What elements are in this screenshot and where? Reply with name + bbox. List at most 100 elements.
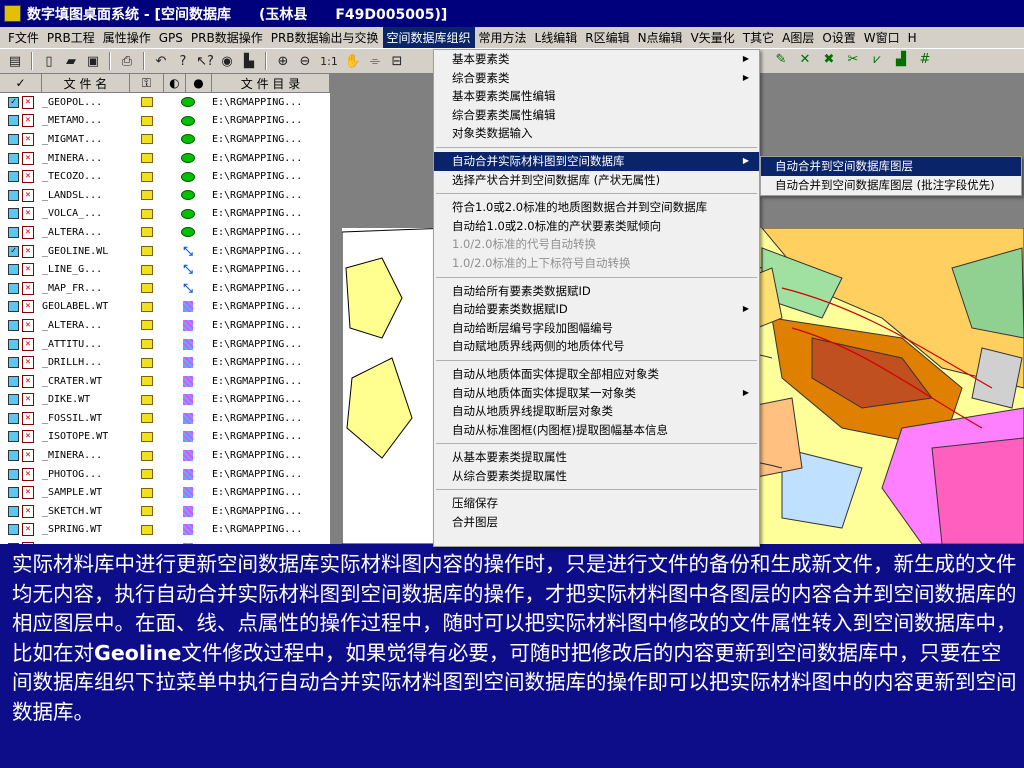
file-row[interactable]: ✕ _DIKE.WT E:\RGMAPPING... — [0, 391, 330, 410]
lock-column-header[interactable]: ⚿ — [130, 74, 164, 92]
menu-item[interactable]: 选择产状合并到空间数据库 (产状无属性) — [434, 171, 759, 190]
file-row[interactable]: ✕ _TECOZO... E:\RGMAPPING... — [0, 167, 330, 186]
layer-icon[interactable]: ▙ — [240, 52, 258, 70]
edit-column-header[interactable]: ● — [186, 74, 212, 92]
visibility-checkbox[interactable] — [8, 543, 19, 544]
file-row[interactable]: ✕ _LINE_G... ⤡ E:\RGMAPPING... — [0, 260, 330, 279]
row-lock[interactable] — [130, 450, 164, 461]
zoom-original-button[interactable]: 1:1 — [318, 52, 340, 70]
menu-15[interactable]: O设置 — [818, 27, 859, 48]
file-row[interactable]: ✕ _MINERA... E:\RGMAPPING... — [0, 446, 330, 465]
menu-item[interactable]: 自动从地质界线提取断层对象类 — [434, 402, 759, 421]
visibility-checkbox[interactable] — [8, 487, 19, 499]
menu-11[interactable]: N点编辑 — [634, 27, 687, 48]
fill-tool-icon[interactable]: ▟ — [892, 50, 910, 68]
visibility-checkbox[interactable]: ✓ — [8, 96, 19, 108]
visibility-checkbox[interactable] — [8, 319, 19, 331]
file-row[interactable]: ✓ ✕ _GEOPOL... E:\RGMAPPING... — [0, 93, 330, 112]
visibility-checkbox[interactable] — [8, 264, 19, 276]
pan-icon[interactable]: ✋ — [344, 52, 362, 70]
file-row[interactable]: ✕ GEOLABEL.WT E:\RGMAPPING... — [0, 298, 330, 317]
row-lock[interactable] — [130, 246, 164, 257]
row-lock[interactable] — [130, 376, 164, 387]
row-lock[interactable] — [130, 208, 164, 219]
row-lock[interactable] — [130, 134, 164, 145]
visibility-checkbox[interactable] — [8, 524, 19, 536]
draw-icon[interactable]: ⌯ — [366, 52, 384, 70]
menu-item[interactable]: 自动合并实际材料图到空间数据库 ▶ — [434, 151, 759, 171]
file-row[interactable]: ✕ _SKETCH.WT E:\RGMAPPING... — [0, 502, 330, 521]
submenu-item-merge-layer[interactable]: 自动合并到空间数据库图层 — [761, 157, 1021, 176]
file-row[interactable]: ✕ _CRATER.WT E:\RGMAPPING... — [0, 372, 330, 391]
menu-1[interactable]: F文件 — [4, 27, 43, 48]
menu-item[interactable]: 自动给断层编号字段加图幅编号 — [434, 319, 759, 338]
visibility-checkbox[interactable] — [8, 301, 19, 313]
menu-item[interactable]: 自动从地质体面实体提取全部相应对象类 — [434, 365, 759, 384]
file-row[interactable]: ✕ _DRILLH... E:\RGMAPPING... — [0, 353, 330, 372]
menu-item[interactable]: 压缩保存 — [434, 494, 759, 513]
menu-5[interactable]: PRB数据操作 — [187, 27, 267, 48]
file-row[interactable]: ✕ _MINERA... E:\RGMAPPING... — [0, 149, 330, 168]
status-column-header[interactable]: ✓ — [0, 74, 42, 92]
visible-column-header[interactable]: ◐ — [164, 74, 186, 92]
visibility-checkbox[interactable] — [8, 412, 19, 424]
vertex-tool-icon[interactable]: ⩗ — [868, 50, 886, 68]
row-lock[interactable] — [130, 320, 164, 331]
zoom-out-icon[interactable]: ⊖ — [296, 52, 314, 70]
row-lock[interactable] — [130, 264, 164, 275]
visibility-checkbox[interactable] — [8, 189, 19, 201]
file-row[interactable]: ✕ _ALTERA... E:\RGMAPPING... — [0, 223, 330, 242]
eye-icon[interactable]: ◉ — [218, 52, 236, 70]
visibility-checkbox[interactable] — [8, 357, 19, 369]
row-lock[interactable] — [130, 469, 164, 480]
zoom-in-icon[interactable]: ⊕ — [274, 52, 292, 70]
book-icon[interactable]: ▤ — [6, 52, 24, 70]
visibility-checkbox[interactable] — [8, 505, 19, 517]
file-row[interactable]: ✕ _PHOTOG... E:\RGMAPPING... — [0, 465, 330, 484]
visibility-checkbox[interactable] — [8, 431, 19, 443]
file-row[interactable]: ✕ _MIGMAT... E:\RGMAPPING... — [0, 130, 330, 149]
menu-item[interactable]: 基本要素类属性编辑 — [434, 87, 759, 106]
help-icon[interactable]: ? — [174, 52, 192, 70]
row-lock[interactable] — [130, 115, 164, 126]
row-lock[interactable] — [130, 171, 164, 182]
row-lock[interactable] — [130, 190, 164, 201]
menu-item[interactable]: 符合1.0或2.0标准的地质图数据合并到空间数据库 — [434, 198, 759, 217]
menu-14[interactable]: A图层 — [778, 27, 818, 48]
visibility-checkbox[interactable] — [8, 152, 19, 164]
grid-tool-icon[interactable]: # — [916, 50, 934, 68]
menu-item[interactable]: 基本要素类 ▶ — [434, 50, 759, 69]
file-row[interactable]: ✓ ✕ _GEOLINE.WL ⤡ E:\RGMAPPING... — [0, 242, 330, 261]
edit-tool-icon[interactable]: ✎ — [772, 50, 790, 68]
menu-item[interactable]: 自动从地质体面实体提取某一对象类 ▶ — [434, 384, 759, 403]
cross-tool-icon[interactable]: ✖ — [820, 50, 838, 68]
visibility-checkbox[interactable] — [8, 450, 19, 462]
menu-item[interactable]: 综合要素类属性编辑 — [434, 106, 759, 125]
open-folder-icon[interactable]: ▰ — [62, 52, 80, 70]
row-lock[interactable] — [130, 97, 164, 108]
node-tool-icon[interactable]: ✕ — [796, 50, 814, 68]
visibility-checkbox[interactable]: ✓ — [8, 245, 19, 257]
file-row[interactable]: ✕ _SAMPLE.WT E:\RGMAPPING... — [0, 483, 330, 502]
menu-item[interactable]: 自动给1.0或2.0标准的产状要素类赋倾向 — [434, 217, 759, 236]
row-lock[interactable] — [130, 301, 164, 312]
row-lock[interactable] — [130, 487, 164, 498]
file-row[interactable]: ✕ _SPRING.WT E:\RGMAPPING... — [0, 521, 330, 540]
file-row[interactable]: ✕ _ALTERA... E:\RGMAPPING... — [0, 316, 330, 335]
cut-tool-icon[interactable]: ✂ — [844, 50, 862, 68]
file-row[interactable]: ✕ _ISOTOPE.WT E:\RGMAPPING... — [0, 428, 330, 447]
file-row[interactable]: ✕ _METAMO... E:\RGMAPPING... — [0, 112, 330, 131]
visibility-checkbox[interactable] — [8, 282, 19, 294]
visibility-checkbox[interactable] — [8, 171, 19, 183]
header-filename[interactable]: 文 件 名 — [42, 74, 130, 92]
menu-item[interactable]: 综合要素类 ▶ — [434, 69, 759, 88]
menu-12[interactable]: V矢量化 — [687, 27, 739, 48]
new-file-icon[interactable]: ▯ — [40, 52, 58, 70]
menu-3[interactable]: 属性操作 — [99, 27, 155, 48]
file-row[interactable]: ✕ _SSB.WL — [0, 539, 330, 544]
visibility-checkbox[interactable] — [8, 115, 19, 127]
undo-icon[interactable]: ↶ — [152, 52, 170, 70]
menu-item[interactable]: 自动赋地质界线两侧的地质体代号 — [434, 337, 759, 356]
row-lock[interactable] — [130, 283, 164, 294]
visibility-checkbox[interactable] — [8, 338, 19, 350]
